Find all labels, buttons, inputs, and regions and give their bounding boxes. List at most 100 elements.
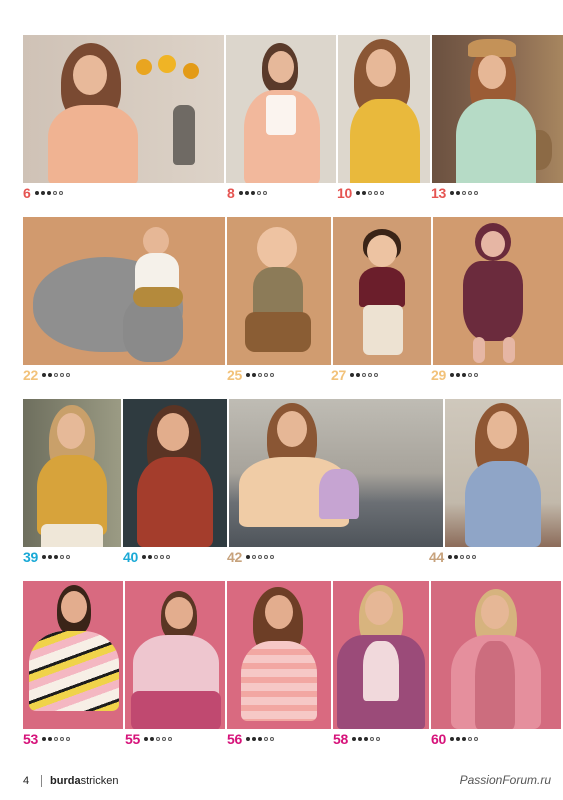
empty-dot-icon — [59, 555, 64, 559]
empty-dot-icon — [153, 555, 158, 559]
filled-dot-icon — [53, 555, 58, 559]
brand-name-bold: burda — [50, 775, 81, 787]
empty-dot-icon — [269, 555, 274, 559]
caption-42: 42 — [227, 549, 276, 565]
difficulty-rating — [245, 373, 276, 377]
photo-13[interactable] — [431, 35, 563, 183]
photo-10[interactable] — [337, 35, 430, 183]
row-1 — [23, 35, 563, 183]
watermark: PassionForum.ru — [459, 773, 551, 787]
photo-42[interactable] — [229, 399, 443, 547]
empty-dot-icon — [251, 555, 256, 559]
difficulty-rating — [238, 191, 269, 195]
photo-60[interactable] — [431, 581, 561, 729]
filled-dot-icon — [461, 737, 466, 741]
empty-dot-icon — [465, 555, 470, 559]
difficulty-rating — [41, 373, 72, 377]
empty-dot-icon — [262, 191, 267, 195]
page-number: 8 — [227, 185, 235, 201]
empty-dot-icon — [473, 191, 478, 195]
photo-40[interactable] — [123, 399, 227, 547]
difficulty-rating — [41, 555, 72, 559]
empty-dot-icon — [467, 737, 472, 741]
empty-dot-icon — [361, 373, 366, 377]
page-number: 10 — [337, 185, 352, 201]
caption-39: 39 — [23, 549, 72, 565]
empty-dot-icon — [369, 737, 374, 741]
photo-8[interactable] — [226, 35, 336, 183]
photo-44[interactable] — [445, 399, 561, 547]
page-number: 58 — [333, 731, 348, 747]
filled-dot-icon — [455, 737, 460, 741]
filled-dot-icon — [245, 555, 250, 559]
empty-dot-icon — [159, 555, 164, 559]
filled-dot-icon — [47, 373, 52, 377]
empty-dot-icon — [269, 737, 274, 741]
filled-dot-icon — [349, 373, 354, 377]
filled-dot-icon — [41, 737, 46, 741]
photo-25[interactable] — [227, 217, 331, 365]
empty-dot-icon — [257, 555, 262, 559]
difficulty-rating — [41, 737, 72, 741]
page-number: 40 — [123, 549, 138, 565]
empty-dot-icon — [461, 191, 466, 195]
caption-58: 58 — [333, 731, 382, 747]
page-number: 55 — [125, 731, 140, 747]
empty-dot-icon — [263, 373, 268, 377]
caption-60: 60 — [431, 731, 480, 747]
filled-dot-icon — [355, 191, 360, 195]
page-number: 39 — [23, 549, 38, 565]
caption-29: 29 — [431, 367, 480, 383]
difficulty-rating — [34, 191, 65, 195]
caption-27: 27 — [331, 367, 380, 383]
row-2 — [23, 217, 563, 365]
empty-dot-icon — [467, 191, 472, 195]
filled-dot-icon — [455, 191, 460, 195]
caption-55: 55 — [125, 731, 174, 747]
empty-dot-icon — [473, 737, 478, 741]
filled-dot-icon — [41, 555, 46, 559]
caption-56: 56 — [227, 731, 276, 747]
empty-dot-icon — [473, 373, 478, 377]
difficulty-rating — [141, 555, 172, 559]
photo-53[interactable] — [23, 581, 123, 729]
filled-dot-icon — [449, 191, 454, 195]
photo-55[interactable] — [125, 581, 225, 729]
empty-dot-icon — [65, 373, 70, 377]
caption-25: 25 — [227, 367, 276, 383]
photo-6[interactable] — [23, 35, 225, 183]
difficulty-rating — [351, 737, 382, 741]
empty-dot-icon — [263, 555, 268, 559]
difficulty-rating — [245, 555, 276, 559]
photo-22[interactable] — [23, 217, 225, 365]
empty-dot-icon — [367, 373, 372, 377]
filled-dot-icon — [453, 555, 458, 559]
filled-dot-icon — [357, 737, 362, 741]
photo-29[interactable] — [433, 217, 563, 365]
filled-dot-icon — [244, 191, 249, 195]
photo-39[interactable] — [23, 399, 121, 547]
filled-dot-icon — [250, 191, 255, 195]
page-number: 60 — [431, 731, 446, 747]
difficulty-rating — [449, 737, 480, 741]
empty-dot-icon — [58, 191, 63, 195]
filled-dot-icon — [143, 737, 148, 741]
row-4 — [23, 581, 563, 729]
page-number: 13 — [431, 185, 446, 201]
difficulty-rating — [449, 191, 480, 195]
footer-divider — [41, 775, 42, 787]
caption-13: 13 — [431, 185, 480, 201]
difficulty-rating — [355, 191, 386, 195]
caption-6: 6 — [23, 185, 65, 201]
photo-27[interactable] — [333, 217, 431, 365]
footer-page-number: 4 — [23, 775, 30, 787]
difficulty-rating — [349, 373, 380, 377]
filled-dot-icon — [238, 191, 243, 195]
empty-dot-icon — [257, 373, 262, 377]
photo-58[interactable] — [333, 581, 429, 729]
filled-dot-icon — [47, 737, 52, 741]
caption-10: 10 — [337, 185, 386, 201]
photo-56[interactable] — [227, 581, 331, 729]
filled-dot-icon — [449, 373, 454, 377]
empty-dot-icon — [467, 373, 472, 377]
